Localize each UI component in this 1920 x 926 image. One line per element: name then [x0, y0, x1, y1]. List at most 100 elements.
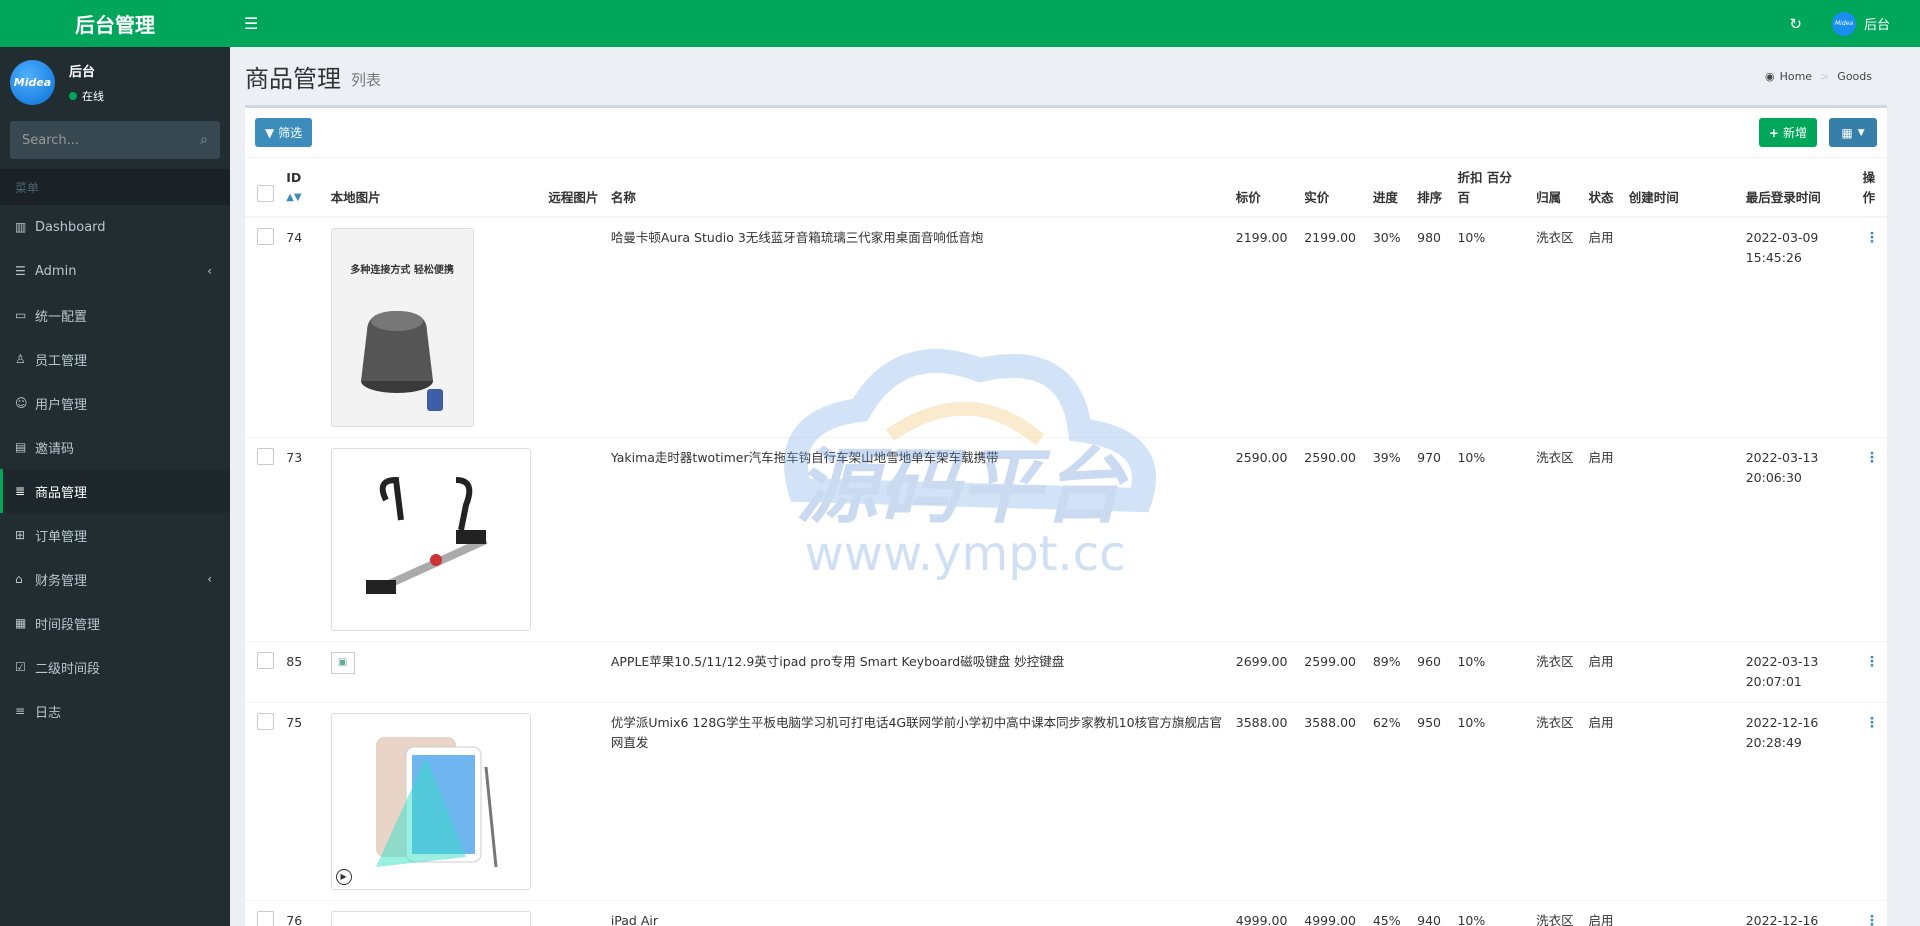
cell-belong: 洗衣区: [1530, 641, 1583, 703]
cell-belong: 洗衣区: [1530, 900, 1583, 926]
last-login-date: 2022-12-16: [1745, 913, 1819, 926]
table-row[interactable]: 73 Yakima走时器twotimer汽车拖车钩自行车架山地雪地单车架车载携带 2…: [245, 437, 1887, 642]
calendar-check-icon: ☑: [15, 660, 26, 674]
last-login-time: 20:07:01: [1745, 674, 1802, 689]
cell-price: 4999.00: [1229, 900, 1299, 926]
bar-chart-icon: ▥: [15, 220, 27, 234]
play-icon[interactable]: ▶: [335, 869, 352, 885]
product-image[interactable]: [330, 448, 531, 631]
sidebar-item[interactable]: ▦ 时间段管理: [0, 601, 230, 645]
sidebar-item-label: 商品管理: [35, 485, 88, 501]
sidebar-item[interactable]: ▥ Dashboard: [0, 205, 230, 249]
sidebar: 后台管理 Midea 后台 在线 ⌕ 菜单 ▥ Dashboard ☰ Admin ‹ ▭…: [0, 0, 230, 926]
columns-button[interactable]: ▦ ▼: [1829, 118, 1877, 147]
row-checkbox[interactable]: [257, 911, 274, 926]
cell-status: 启用: [1582, 437, 1623, 642]
row-checkbox[interactable]: [257, 228, 274, 245]
cell-last-login: 2022-03-13 20:06:30: [1739, 437, 1857, 642]
cell-status: 启用: [1582, 216, 1623, 438]
sidebar-item[interactable]: ⊞ 订单管理: [0, 513, 230, 557]
breadcrumb-home[interactable]: Home: [1780, 70, 1812, 83]
row-actions-icon[interactable]: ⋮: [1856, 641, 1887, 703]
refresh-icon[interactable]: ↻: [1789, 15, 1802, 33]
row-checkbox[interactable]: [257, 652, 274, 669]
header-avatar[interactable]: Midea: [1831, 11, 1856, 36]
page-subtitle: 列表: [351, 70, 382, 89]
sidebar-item[interactable]: ☑ 二级时间段: [0, 645, 230, 689]
online-dot-icon: [69, 91, 77, 100]
cell-belong: 洗衣区: [1530, 702, 1583, 901]
avatar: Midea: [10, 59, 55, 105]
cell-price: 2699.00: [1229, 641, 1299, 703]
last-login-date: 2022-12-16: [1745, 715, 1819, 730]
goods-table: ID ▲▼ 本地图片 远程图片 名称 标价 实价 进度 排序 折扣 百分百 归属 …: [245, 158, 1887, 926]
sidebar-item-label: 员工管理: [35, 353, 88, 369]
col-id[interactable]: ID ▲▼: [280, 158, 325, 218]
sidebar-item[interactable]: ☺ 用户管理: [0, 381, 230, 425]
table-row[interactable]: 76 iPad Air 4999.00 4999.00 45% 940 10% 洗衣区 启用 20…: [245, 900, 1887, 926]
product-image[interactable]: 多种连接方式 轻松便携: [330, 228, 474, 427]
filter-button[interactable]: ▼ 筛选: [255, 118, 313, 147]
cell-id: 74: [280, 216, 325, 438]
sidebar-item-label: 统一配置: [35, 309, 88, 325]
row-checkbox[interactable]: [257, 713, 274, 730]
row-actions-icon[interactable]: ⋮: [1856, 900, 1887, 926]
cell-local-img: [324, 900, 543, 926]
sidebar-item[interactable]: ⌂ 财务管理 ‹: [0, 557, 230, 601]
search-input[interactable]: [22, 132, 201, 148]
speaker-illustration: [361, 311, 444, 411]
filter-label: 筛选: [278, 126, 303, 140]
sidebar-item[interactable]: ▤ 邀请码: [0, 425, 230, 469]
broken-image-icon[interactable]: ▣: [330, 652, 355, 674]
table-icon: ▦: [1841, 125, 1853, 140]
col-belong: 归属: [1530, 158, 1583, 218]
table-row[interactable]: 75 ▶ 优学派Umix6 128G学生平板电脑学习机可打电话4G联网学前小学初中高…: [245, 702, 1887, 901]
breadcrumb-separator: >: [1820, 69, 1830, 83]
cell-remote-img: [542, 900, 605, 926]
row-actions-icon[interactable]: ⋮: [1856, 702, 1887, 901]
cell-progress: 62%: [1366, 702, 1412, 901]
product-image[interactable]: [330, 911, 531, 926]
cell-created: [1622, 900, 1740, 926]
row-actions-icon[interactable]: ⋮: [1856, 437, 1887, 642]
row-actions-icon[interactable]: ⋮: [1856, 216, 1887, 438]
table-row[interactable]: 85 ▣ APPLE苹果10.5/11/12.9英寸ipad pro专用 Smart…: [245, 641, 1887, 703]
breadcrumb: ◉ Home > Goods: [1765, 70, 1872, 83]
cell-id: 85: [280, 641, 325, 703]
add-button[interactable]: + 新增: [1758, 118, 1817, 147]
cell-created: [1622, 702, 1740, 901]
sidebar-item-label: Dashboard: [35, 219, 106, 235]
cell-real-price: 2599.00: [1298, 641, 1367, 703]
top-navbar: ☰ ↻ Midea 后台: [230, 0, 1920, 47]
select-all-checkbox[interactable]: [257, 185, 274, 202]
sidebar-item[interactable]: ≣ 商品管理: [0, 469, 230, 513]
product-image[interactable]: ▶: [330, 713, 531, 890]
sidebar-item[interactable]: ☰ Admin ‹: [0, 249, 230, 293]
cell-local-img: ▣: [324, 641, 543, 703]
table-row[interactable]: 74 多种连接方式 轻松便携 哈曼卡顿Aura Studio 3无线蓝牙音箱琉璃三代…: [245, 216, 1887, 438]
sidebar-item[interactable]: ♙ 员工管理: [0, 337, 230, 381]
content-wrapper: 商品管理 列表 ◉ Home > Goods ▼ 筛选 + 新增 ▦ ▼ ID …: [230, 47, 1902, 926]
bank-icon: ⌂: [15, 572, 23, 586]
row-checkbox[interactable]: [257, 448, 274, 465]
col-remote-img: 远程图片: [542, 158, 605, 218]
cell-belong: 洗衣区: [1530, 216, 1583, 438]
header-user-name[interactable]: 后台: [1864, 14, 1890, 33]
cell-belong: 洗衣区: [1530, 437, 1583, 642]
bike-rack-illustration: [365, 476, 488, 594]
col-last-login: 最后登录时间: [1739, 158, 1857, 218]
sidebar-item[interactable]: ▭ 统一配置: [0, 293, 230, 337]
sort-icon[interactable]: ▲▼: [286, 188, 318, 208]
sidebar-item[interactable]: ≡ 日志: [0, 689, 230, 733]
sidebar-toggle-icon[interactable]: ☰: [244, 14, 258, 33]
breadcrumb-current: Goods: [1837, 69, 1872, 83]
cell-discount: 10%: [1451, 900, 1531, 926]
sidebar-item-label: 二级时间段: [35, 661, 101, 677]
app-logo[interactable]: 后台管理: [0, 0, 230, 47]
book-icon: ▤: [15, 440, 27, 454]
cell-remote-img: [542, 702, 605, 901]
cell-sort: 980: [1411, 216, 1452, 438]
search-icon[interactable]: ⌕: [200, 132, 208, 148]
cell-name: 优学派Umix6 128G学生平板电脑学习机可打电话4G联网学前小学初中高中课本…: [604, 702, 1230, 901]
user-status-label: 在线: [82, 89, 104, 103]
